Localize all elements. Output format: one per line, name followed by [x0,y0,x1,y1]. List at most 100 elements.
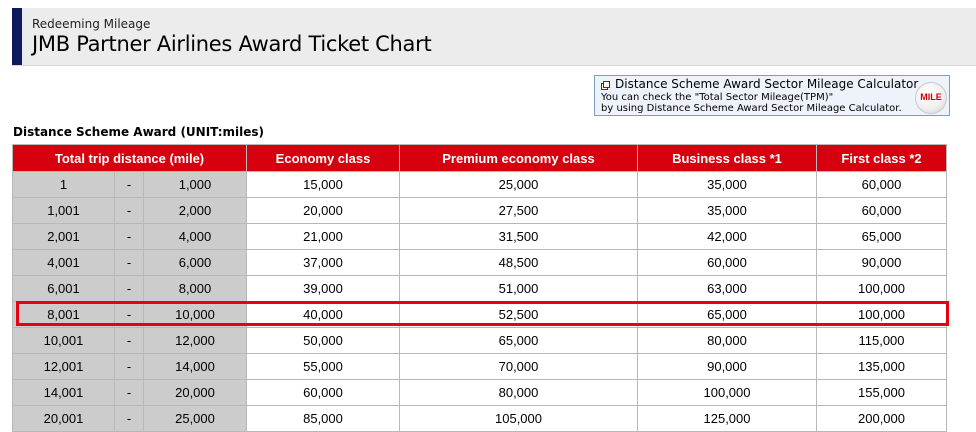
economy-miles-cell: 85,000 [246,405,400,432]
distance-to-cell: 8,000 [143,275,247,302]
distance-from-cell: 4,001 [12,249,115,276]
page-header: Redeeming Mileage JMB Partner Airlines A… [12,8,976,66]
business-miles-cell: 63,000 [637,275,817,302]
business-miles-cell: 80,000 [637,327,817,354]
first-miles-cell: 100,000 [816,301,947,328]
award-chart-table: Total trip distance (mile) Economy class… [12,144,947,432]
premium-economy-miles-cell: 80,000 [399,379,638,406]
premium-economy-miles-cell: 70,000 [399,353,638,380]
distance-from-cell: 10,001 [12,327,115,354]
premium-economy-miles-cell: 25,000 [399,171,638,198]
first-miles-cell: 155,000 [816,379,947,406]
header-accent-bar [12,8,22,65]
distance-separator-cell: - [114,197,144,224]
economy-miles-cell: 40,000 [246,301,400,328]
header-economy-class: Economy class [246,144,400,172]
first-miles-cell: 200,000 [816,405,947,432]
page-title: JMB Partner Airlines Award Ticket Chart [32,32,432,56]
distance-from-cell: 2,001 [12,223,115,250]
business-miles-cell: 35,000 [637,171,817,198]
header-total-trip-distance: Total trip distance (mile) [12,144,247,172]
table-header-row: Total trip distance (mile) Economy class… [12,144,947,172]
mile-badge-label: MILE [920,92,942,102]
distance-separator-cell: - [114,249,144,276]
distance-separator-cell: - [114,223,144,250]
economy-miles-cell: 21,000 [246,223,400,250]
economy-miles-cell: 60,000 [246,379,400,406]
distance-separator-cell: - [114,301,144,328]
business-miles-cell: 42,000 [637,223,817,250]
mile-badge-icon: MILE [915,82,947,114]
distance-to-cell: 1,000 [143,171,247,198]
premium-economy-miles-cell: 51,000 [399,275,638,302]
business-miles-cell: 65,000 [637,301,817,328]
distance-separator-cell: - [114,275,144,302]
economy-miles-cell: 55,000 [246,353,400,380]
table-row: 4,001-6,000 37,000 48,500 60,000 90,000 [12,249,947,276]
first-miles-cell: 60,000 [816,171,947,198]
first-miles-cell: 115,000 [816,327,947,354]
economy-miles-cell: 20,000 [246,197,400,224]
premium-economy-miles-cell: 48,500 [399,249,638,276]
distance-to-cell: 25,000 [143,405,247,432]
premium-economy-miles-cell: 27,500 [399,197,638,224]
business-miles-cell: 100,000 [637,379,817,406]
distance-to-cell: 14,000 [143,353,247,380]
distance-from-cell: 1 [12,171,115,198]
economy-miles-cell: 37,000 [246,249,400,276]
table-row: 2,001-4,000 21,000 31,500 42,000 65,000 [12,223,947,250]
distance-from-cell: 14,001 [12,379,115,406]
distance-to-cell: 12,000 [143,327,247,354]
economy-miles-cell: 15,000 [246,171,400,198]
premium-economy-miles-cell: 52,500 [399,301,638,328]
distance-separator-cell: - [114,171,144,198]
distance-separator-cell: - [114,353,144,380]
premium-economy-miles-cell: 65,000 [399,327,638,354]
first-miles-cell: 135,000 [816,353,947,380]
distance-separator-cell: - [114,405,144,432]
premium-economy-miles-cell: 105,000 [399,405,638,432]
premium-economy-miles-cell: 31,500 [399,223,638,250]
section-title: Distance Scheme Award (UNIT:miles) [13,125,264,139]
distance-to-cell: 4,000 [143,223,247,250]
first-miles-cell: 65,000 [816,223,947,250]
distance-separator-cell: - [114,327,144,354]
table-row: 20,001-25,000 85,000 105,000 125,000 200,000 [12,405,947,432]
calculator-description-line2: by using Distance Scheme Award Sector Mi… [601,103,902,114]
header-first-class: First class *2 [816,144,947,172]
mileage-calculator-banner[interactable]: Distance Scheme Award Sector Mileage Cal… [594,75,950,116]
table-row: 10,001-12,000 50,000 65,000 80,000 115,000 [12,327,947,354]
distance-to-cell: 10,000 [143,301,247,328]
distance-from-cell: 6,001 [12,275,115,302]
first-miles-cell: 100,000 [816,275,947,302]
distance-to-cell: 20,000 [143,379,247,406]
header-premium-economy-class: Premium economy class [399,144,638,172]
table-row: 12,001-14,000 55,000 70,000 90,000 135,000 [12,353,947,380]
business-miles-cell: 90,000 [637,353,817,380]
economy-miles-cell: 50,000 [246,327,400,354]
business-miles-cell: 35,000 [637,197,817,224]
distance-from-cell: 1,001 [12,197,115,224]
calculator-description-line1: You can check the "Total Sector Mileage(… [601,92,834,103]
mileage-calculator-link[interactable]: Distance Scheme Award Sector Mileage Cal… [615,77,918,91]
business-miles-cell: 60,000 [637,249,817,276]
economy-miles-cell: 39,000 [246,275,400,302]
table-row: 1,001-2,000 20,000 27,500 35,000 60,000 [12,197,947,224]
table-row: 14,001-20,000 60,000 80,000 100,000 155,000 [12,379,947,406]
table-row: 8,001-10,000 40,000 52,500 65,000 100,000 [12,301,947,328]
business-miles-cell: 125,000 [637,405,817,432]
first-miles-cell: 60,000 [816,197,947,224]
page-subtitle: Redeeming Mileage [32,17,151,31]
table-row: 1-1,000 15,000 25,000 35,000 60,000 [12,171,947,198]
table-row: 6,001-8,000 39,000 51,000 63,000 100,000 [12,275,947,302]
external-window-icon [601,81,610,90]
table-body: 1-1,000 15,000 25,000 35,000 60,000 1,001-2,0… [12,171,947,432]
distance-separator-cell: - [114,379,144,406]
distance-to-cell: 2,000 [143,197,247,224]
distance-from-cell: 8,001 [12,301,115,328]
distance-from-cell: 20,001 [12,405,115,432]
first-miles-cell: 90,000 [816,249,947,276]
distance-to-cell: 6,000 [143,249,247,276]
header-business-class: Business class *1 [637,144,817,172]
distance-from-cell: 12,001 [12,353,115,380]
